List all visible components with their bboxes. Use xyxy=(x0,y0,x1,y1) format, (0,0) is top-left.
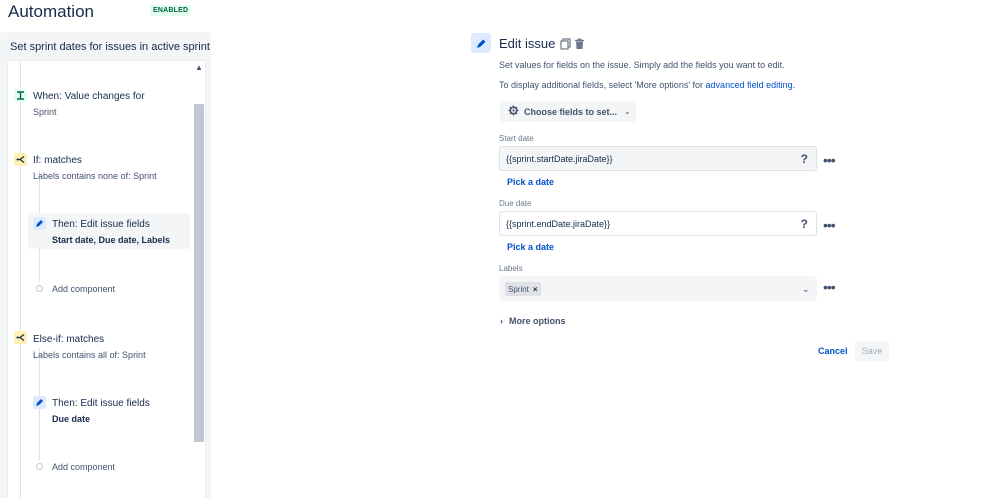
help-icon[interactable]: ? xyxy=(801,152,808,166)
due-date-value: {{sprint.endDate.jiraDate}} xyxy=(506,218,611,229)
pencil-icon xyxy=(33,396,46,409)
trigger-icon xyxy=(14,89,27,102)
elseif-subtitle: Labels contains all of: Sprint xyxy=(33,350,146,360)
advanced-hint: To display additional fields, select 'Mo… xyxy=(499,80,795,90)
start-date-input[interactable]: {{sprint.startDate.jiraDate}} ? xyxy=(499,146,817,171)
save-button[interactable]: Save xyxy=(855,341,889,361)
editor-title: Edit issue xyxy=(499,36,556,51)
labels-select[interactable] xyxy=(499,276,817,301)
add-component-dot-icon[interactable] xyxy=(36,285,43,292)
add-component-dot-icon[interactable] xyxy=(36,463,43,470)
elseif-title[interactable]: Else-if: matches xyxy=(33,334,104,345)
more-actions-icon[interactable]: ••• xyxy=(823,218,836,232)
more-options-label: More options xyxy=(509,316,566,326)
due-date-input[interactable]: {{sprint.endDate.jiraDate}} ? xyxy=(499,211,817,236)
start-date-label: Start date xyxy=(499,134,534,143)
more-actions-icon[interactable]: ••• xyxy=(823,153,836,167)
editor-description: Set values for fields on the issue. Simp… xyxy=(499,60,785,70)
condition-title[interactable]: If: matches xyxy=(33,155,82,166)
start-pick-date-link[interactable]: Pick a date xyxy=(507,177,554,187)
more-actions-icon[interactable]: ••• xyxy=(823,280,836,294)
pencil-icon xyxy=(33,217,46,230)
gear-icon xyxy=(508,105,519,118)
label-tag: Sprint × xyxy=(505,282,541,296)
label-tag-text: Sprint xyxy=(508,284,529,294)
rule-name: Set sprint dates for issues in active sp… xyxy=(10,41,210,53)
pencil-icon xyxy=(471,33,491,53)
scroll-up-arrow-icon[interactable]: ▲ xyxy=(194,62,204,74)
copy-icon[interactable] xyxy=(560,37,571,50)
chevron-down-icon[interactable]: ⌄ xyxy=(802,284,810,295)
cancel-button[interactable]: Cancel xyxy=(814,341,852,361)
action-fields: Start date, Due date, Labels xyxy=(52,235,171,245)
action-fields: Due date xyxy=(52,414,91,424)
scrollbar-thumb[interactable] xyxy=(194,104,204,442)
advanced-hint-text: To display additional fields, select 'Mo… xyxy=(499,80,706,90)
condition-subtitle: Labels contains none of: Sprint xyxy=(33,171,157,181)
action-title[interactable]: Then: Edit issue fields xyxy=(52,398,150,409)
trigger-title[interactable]: When: Value changes for xyxy=(33,91,145,102)
remove-tag-icon[interactable]: × xyxy=(533,285,538,294)
start-date-value: {{sprint.startDate.jiraDate}} xyxy=(506,153,613,164)
chevron-down-icon: ⌄ xyxy=(624,107,631,116)
more-options-toggle[interactable]: › More options xyxy=(500,316,566,326)
status-badge: ENABLED xyxy=(150,5,192,16)
connector-line xyxy=(20,61,21,498)
choose-fields-label: Choose fields to set... xyxy=(524,106,618,117)
page-title: Automation xyxy=(8,2,94,21)
advanced-field-editing-link[interactable]: advanced field editing. xyxy=(706,80,796,90)
rule-canvas xyxy=(7,60,206,498)
due-date-label: Due date xyxy=(499,199,532,208)
due-pick-date-link[interactable]: Pick a date xyxy=(507,242,554,252)
add-component-link[interactable]: Add component xyxy=(52,462,115,472)
action-title[interactable]: Then: Edit issue fields xyxy=(52,219,150,230)
action-subtitle: Due date xyxy=(52,414,90,424)
action-subtitle: Start date, Due date, Labels xyxy=(52,235,170,245)
add-component-link[interactable]: Add component xyxy=(52,284,115,294)
branch-icon xyxy=(14,331,27,344)
chevron-right-icon: › xyxy=(500,316,503,326)
choose-fields-button[interactable]: Choose fields to set... ⌄ xyxy=(500,101,636,122)
help-icon[interactable]: ? xyxy=(801,217,808,231)
trash-icon[interactable] xyxy=(574,37,585,49)
branch-icon xyxy=(14,153,27,166)
labels-label: Labels xyxy=(499,264,523,273)
trigger-subtitle: Sprint xyxy=(33,107,57,117)
